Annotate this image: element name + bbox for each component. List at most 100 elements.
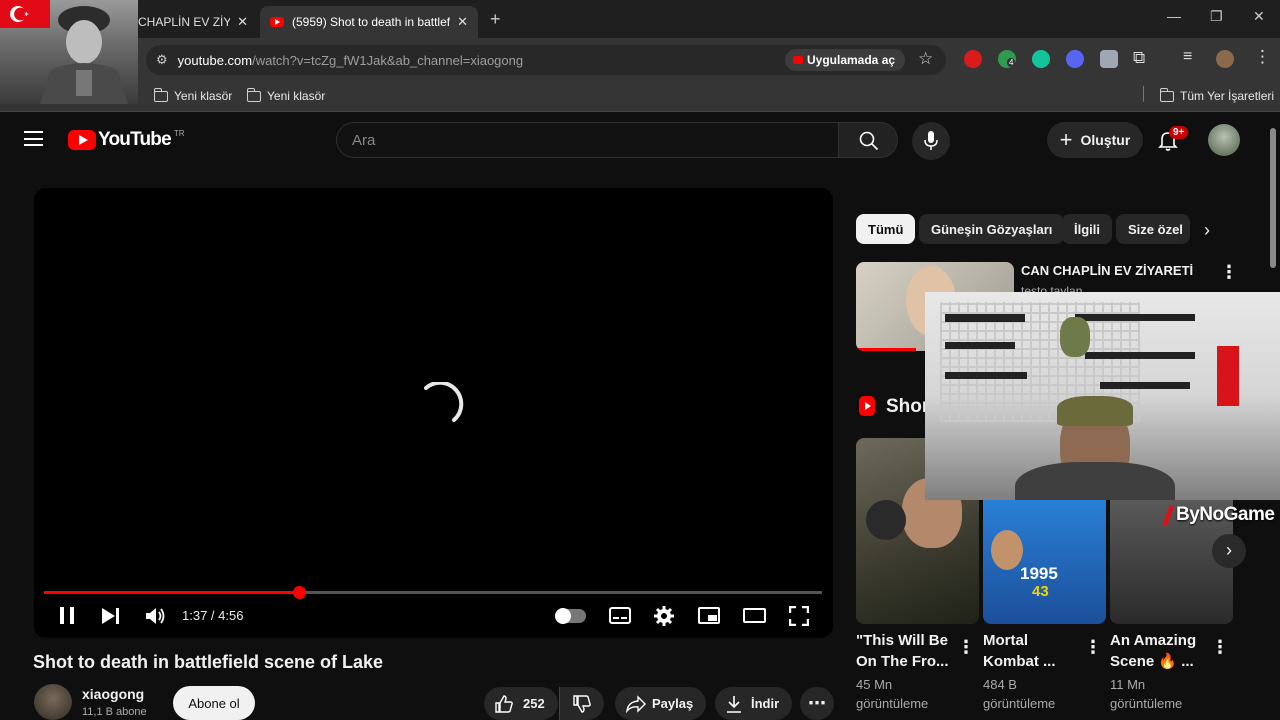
shorts-next-button[interactable]: › [1212,534,1246,568]
microphone-icon [924,131,938,150]
plus-icon: + [1059,127,1073,152]
chevron-right-icon[interactable]: › [1204,220,1210,241]
dislike-button[interactable] [559,687,604,720]
pause-icon[interactable] [60,607,74,624]
chip-all[interactable]: Tümü [856,214,916,244]
bookmark-folder[interactable]: Yeni klasör [246,86,325,106]
shorts-heading: Shorts [886,396,926,417]
more-options-icon[interactable]: ⋮ [957,637,975,658]
share-button[interactable]: Paylaş [615,687,706,720]
search-button[interactable] [838,122,898,158]
avatar[interactable] [1208,124,1240,156]
short-views-line2: görüntüleme [1110,696,1183,711]
region-code: TR [173,129,185,138]
create-label: Oluştur [1080,132,1131,148]
short-views-line1: 11 Mn [1110,677,1146,692]
progress-played [44,591,299,594]
extension-red-icon[interactable] [964,50,982,68]
volume-icon[interactable] [145,606,167,626]
short-views-line2: görüntüleme [983,696,1056,711]
fullscreen-icon[interactable] [789,606,809,626]
search-placeholder: Ara [352,132,376,149]
close-icon[interactable]: ✕ [457,14,468,30]
create-button[interactable]: + Oluştur [1047,122,1143,158]
youtube-icon [793,56,803,64]
grammarly-icon[interactable] [1032,50,1050,68]
open-in-app-button[interactable]: Uygulamada aç [785,49,906,71]
notifications-button[interactable]: 9+ [1156,126,1189,154]
short-thumbnail[interactable]: 1995 43 [983,500,1106,624]
search-input[interactable]: Ara [336,122,839,158]
short-title-line1[interactable]: "This Will Be [856,631,948,651]
subscribe-button[interactable]: Abone ol [173,686,255,720]
youtube-logo[interactable]: YouTube TR [68,129,185,151]
video-title: Shot to death in battlefield scene of La… [33,652,384,672]
progress-scrubber[interactable] [293,586,306,599]
voice-search-button[interactable] [912,122,950,160]
short-title-line1[interactable]: An Amazing [1110,631,1196,651]
short-title-line2[interactable]: Scene 🔥 ... [1110,652,1194,672]
miniplayer-icon[interactable] [698,607,720,624]
chip-related[interactable]: İlgili [1062,214,1112,244]
time-display: 1:37 / 4:56 [182,608,244,623]
profile-avatar-icon[interactable] [1216,50,1234,68]
site-settings-icon[interactable]: ⚙ [156,52,168,68]
minimize-icon[interactable]: — [1167,8,1181,24]
download-icon [727,695,741,713]
recommended-title[interactable]: CAN CHAPLİN EV ZİYARETİ [1021,263,1193,278]
hamburger-menu-icon[interactable] [24,131,43,146]
short-views-line2: görüntüleme [856,696,929,711]
page-scrollbar[interactable] [1270,128,1276,268]
short-title-line1[interactable]: Mortal [983,631,1028,651]
more-options-icon[interactable]: ⋮ [1084,637,1102,658]
more-actions-button[interactable]: ⋯ [800,687,834,720]
bookmarks-divider [1143,86,1144,102]
download-button[interactable]: İndir [715,687,792,720]
thumbs-up-icon [495,694,513,713]
youtube-play-icon [68,130,96,150]
extension-green-icon[interactable]: 4 [998,50,1016,68]
bookmark-star-icon[interactable]: ☆ [918,49,933,69]
theater-mode-icon[interactable] [743,608,766,623]
tab-inactive[interactable]: CHAPLİN EV ZİYARETİ ✕ [128,6,258,38]
download-label: İndir [751,696,780,711]
extensions-puzzle-icon[interactable]: ⧉ [1133,48,1145,68]
chip-for-you[interactable]: Size özel [1116,214,1190,244]
tab-active[interactable]: (5959) Shot to death in battlefield scen… [260,6,478,38]
all-bookmarks-label: Tüm Yer İşaretleri [1180,89,1275,103]
video-player[interactable]: 1:37 / 4:56 [34,188,833,638]
next-icon[interactable] [102,608,120,624]
brand-name: ByNoGame [1176,504,1275,525]
autoplay-toggle[interactable] [555,608,586,624]
channel-avatar[interactable] [34,684,72,720]
short-views-line1: 45 Mn [856,677,893,692]
more-options-icon[interactable]: ⋮ [1211,637,1229,658]
all-bookmarks-button[interactable]: Tüm Yer İşaretleri [1159,86,1275,106]
channel-name[interactable]: xiaogong [82,686,144,702]
folder-icon [246,87,261,102]
short-thumb-age: 43 [1032,583,1049,600]
short-title-line2[interactable]: Kombat ... [983,652,1056,672]
bookmark-folder[interactable]: Yeni klasör [153,86,232,106]
close-window-icon[interactable]: ✕ [1253,8,1265,25]
like-button[interactable]: 252 [484,687,558,720]
chip-gunesin-gozyaslari[interactable]: Güneşin Gözyaşları [919,214,1065,244]
more-options-icon[interactable]: ⋮ [1220,262,1238,283]
close-icon[interactable]: ✕ [237,14,248,30]
browser-menu-icon[interactable]: ⋮ [1254,47,1271,67]
folder-icon [1159,87,1174,102]
maximize-icon[interactable]: ❐ [1210,8,1223,25]
media-controls-icon[interactable]: ≡ [1183,48,1192,66]
short-title-line2[interactable]: On The Fro... [856,652,949,672]
share-label: Paylaş [652,696,694,711]
thumbs-down-icon [573,694,591,713]
shield-icon[interactable] [1100,50,1118,68]
discord-icon[interactable] [1066,50,1084,68]
subtitles-icon[interactable] [609,607,631,624]
logo-text: YouTube [98,129,172,150]
settings-gear-icon[interactable] [653,605,675,627]
like-count: 252 [523,696,545,711]
subscribe-label: Abone ol [188,695,240,711]
profile-photo [0,0,138,104]
new-tab-icon[interactable]: + [490,9,501,30]
